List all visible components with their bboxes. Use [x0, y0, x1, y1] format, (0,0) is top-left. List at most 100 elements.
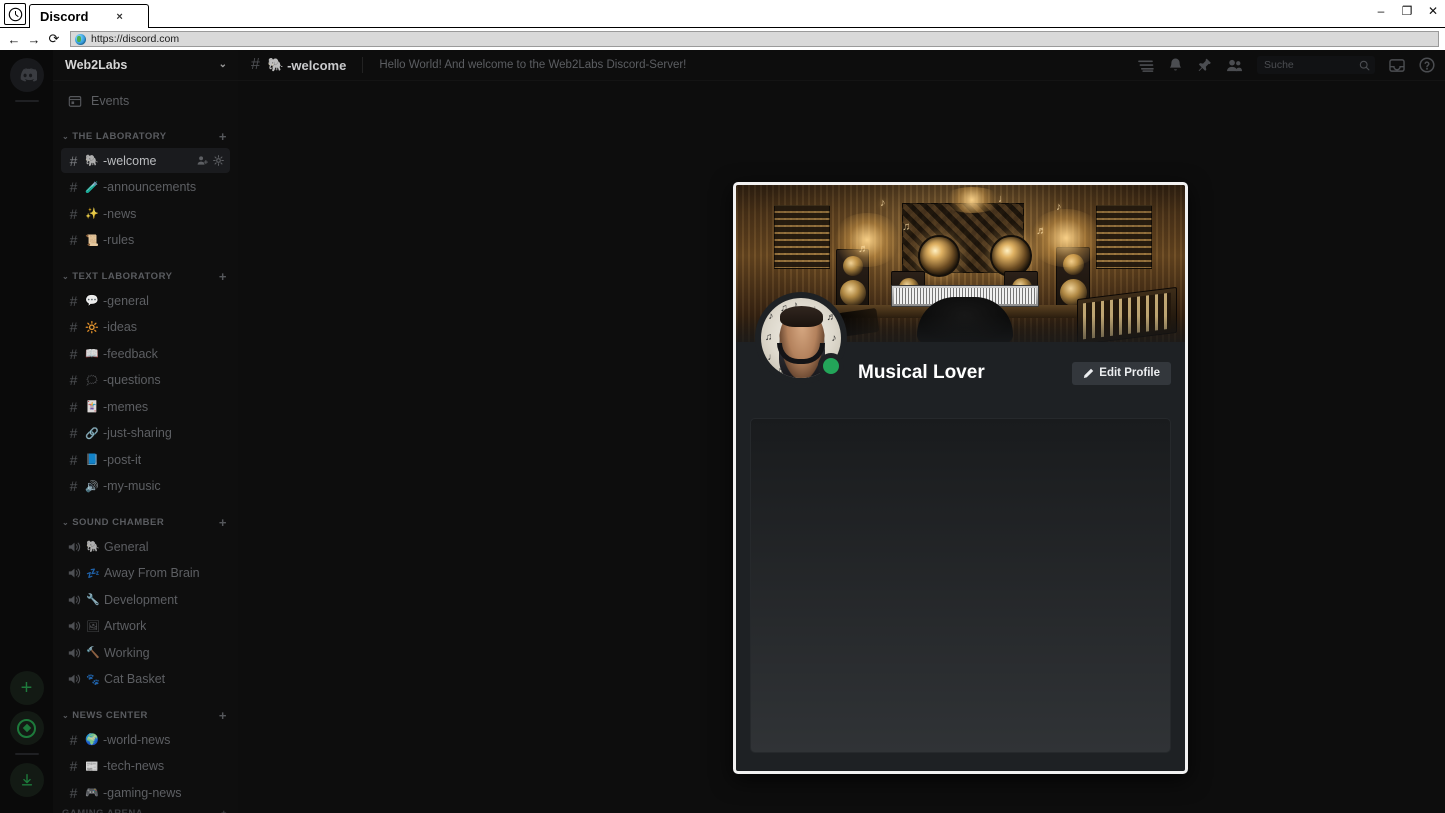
channel-item-post-it[interactable]: # 📘 -post-it	[61, 447, 230, 473]
channel-emoji-icon: 💬	[85, 295, 99, 307]
server-rail: +	[0, 50, 53, 813]
category-container: ⌄ THE LABORATORY + # 🐘 -welcome # 🧪 -announcemen…	[53, 114, 238, 806]
channel-item-feedback[interactable]: # 📖 -feedback	[61, 341, 230, 367]
channel-item-questions[interactable]: # 🗯 -questions	[61, 367, 230, 393]
browser-tab[interactable]: Discord ×	[29, 4, 149, 28]
forward-icon[interactable]: →	[24, 30, 44, 48]
hash-icon: #	[69, 152, 78, 169]
category-gaming-arena[interactable]: GAMING ARENA +	[53, 806, 238, 813]
sidebar-item-events[interactable]: Events	[61, 88, 230, 114]
hash-icon: #	[69, 292, 78, 309]
chevron-down-icon: ⌄	[62, 131, 70, 141]
tab-close-icon[interactable]: ×	[116, 11, 122, 23]
channel-name: -rules	[103, 233, 135, 247]
channel-emoji-icon: 🎮	[85, 787, 99, 799]
channel-item-announcements[interactable]: # 🧪 -announcements	[61, 174, 230, 200]
channel-item-working[interactable]: 🔨 Working	[61, 640, 230, 666]
server-name: Web2Labs	[65, 57, 128, 72]
channel-item-just-sharing[interactable]: # 🔗 -just-sharing	[61, 420, 230, 446]
volume-icon	[67, 541, 81, 553]
channel-item-general[interactable]: 🐘 General	[61, 534, 230, 560]
channel-item-welcome[interactable]: # 🐘 -welcome	[61, 147, 230, 174]
add-channel-icon[interactable]: +	[219, 270, 227, 283]
channel-name: -questions	[103, 373, 161, 387]
window-maximize-button[interactable]: ❐	[1401, 4, 1413, 18]
globe-icon	[75, 33, 86, 45]
channel-name: Cat Basket	[104, 672, 166, 686]
channel-emoji-icon: 📖	[85, 348, 99, 360]
explore-servers-button[interactable]	[9, 711, 44, 745]
back-icon[interactable]: ←	[4, 30, 24, 48]
pin-icon[interactable]	[1197, 57, 1212, 73]
channel-item-away-from-brain[interactable]: 💤 Away From Brain	[61, 560, 230, 586]
category-header[interactable]: ⌄ NEWS CENTER +	[53, 693, 238, 726]
channel-name: Away From Brain	[104, 566, 200, 580]
search-input[interactable]: Suche	[1257, 56, 1375, 74]
volume-icon	[67, 567, 81, 579]
hash-icon: #	[69, 451, 78, 468]
browser-navbar: ← → ⟳ https://discord.com	[0, 28, 1445, 50]
calendar-icon	[68, 95, 82, 107]
channel-list: Events ⌄ THE LABORATORY + # 🐘 -welcome # 🧪 -anno…	[53, 81, 238, 813]
channel-name: -world-news	[103, 732, 171, 747]
channel-emoji-icon: 🔗	[85, 427, 99, 440]
profile-modal-body	[736, 404, 1185, 771]
channel-item-world-news[interactable]: # 🌍 -world-news	[61, 727, 230, 753]
channel-item-tech-news[interactable]: # 📰 -tech-news	[61, 753, 230, 779]
add-channel-icon[interactable]: +	[221, 808, 227, 813]
main-area: # 🐘 -welcome Hello World! And welcome to…	[238, 50, 1445, 813]
add-channel-icon[interactable]: +	[219, 130, 227, 143]
category-header[interactable]: ⌄ TEXT LABORATORY +	[53, 254, 238, 287]
reload-icon[interactable]: ⟳	[44, 30, 64, 48]
channel-name: General	[104, 539, 149, 554]
volume-icon	[67, 620, 81, 632]
members-icon[interactable]	[1226, 58, 1243, 73]
channel-item-memes[interactable]: # 🃏 -memes	[61, 394, 230, 420]
volume-icon	[67, 673, 81, 685]
help-icon[interactable]	[1419, 57, 1435, 73]
discord-app: + Web2Labs ⌄ Events ⌄ THE LABORATORY + #…	[0, 50, 1445, 813]
channel-item-artwork[interactable]: 🖼 Artwork	[61, 613, 230, 639]
channel-item-cat-basket[interactable]: 🐾 Cat Basket	[61, 666, 230, 692]
category-header[interactable]: ⌄ SOUND CHAMBER +	[53, 500, 238, 533]
channel-item-news[interactable]: # ✨ -news	[61, 201, 230, 227]
hash-icon: #	[69, 425, 78, 441]
channel-item-gaming-news[interactable]: # 🎮 -gaming-news	[61, 780, 230, 806]
add-channel-icon[interactable]: +	[219, 709, 227, 722]
inbox-icon[interactable]	[1389, 58, 1405, 73]
volume-icon	[67, 647, 81, 659]
hash-icon: #	[69, 179, 78, 195]
window-minimize-button[interactable]: –	[1375, 4, 1387, 18]
edit-profile-button[interactable]: Edit Profile	[1072, 361, 1171, 385]
channel-name: -general	[103, 293, 149, 308]
channel-actions	[197, 155, 224, 166]
channel-name: -post-it	[103, 452, 142, 467]
avatar[interactable]: ♪♫ ♩♬ ♫♪ ♩♫ ♪♬	[755, 292, 847, 384]
home-button[interactable]	[9, 58, 44, 92]
pencil-icon	[1084, 368, 1094, 378]
address-bar[interactable]: https://discord.com	[70, 31, 1439, 47]
channel-emoji-icon: ✨	[85, 208, 99, 220]
plus-icon: +	[20, 677, 33, 699]
channel-item-my-music[interactable]: # 🔊 -my-music	[61, 473, 230, 499]
events-label: Events	[91, 93, 130, 108]
category-header[interactable]: ⌄ THE LABORATORY +	[53, 114, 238, 147]
channel-item-general[interactable]: # 💬 -general	[61, 288, 230, 314]
channel-name: -news	[103, 206, 137, 221]
channel-name: Development	[104, 592, 178, 607]
channel-item-rules[interactable]: # 📜 -rules	[61, 227, 230, 253]
add-channel-icon[interactable]: +	[219, 516, 227, 529]
category-gaming-arena-label: GAMING ARENA	[62, 808, 143, 813]
add-server-button[interactable]: +	[9, 671, 44, 705]
window-close-button[interactable]: ✕	[1427, 4, 1439, 18]
channel-emoji-icon: 📘	[85, 454, 99, 466]
channel-item-ideas[interactable]: # 🔆 -ideas	[61, 314, 230, 340]
channel-emoji-icon: 🃏	[85, 401, 99, 413]
bell-icon[interactable]	[1168, 57, 1183, 73]
download-apps-button[interactable]	[9, 763, 44, 797]
threads-icon[interactable]	[1137, 58, 1154, 73]
channel-item-development[interactable]: 🔧 Development	[61, 587, 230, 613]
server-header[interactable]: Web2Labs ⌄	[53, 50, 238, 81]
search-placeholder: Suche	[1264, 59, 1294, 71]
window-controls: – ❐ ✕	[1375, 4, 1439, 18]
